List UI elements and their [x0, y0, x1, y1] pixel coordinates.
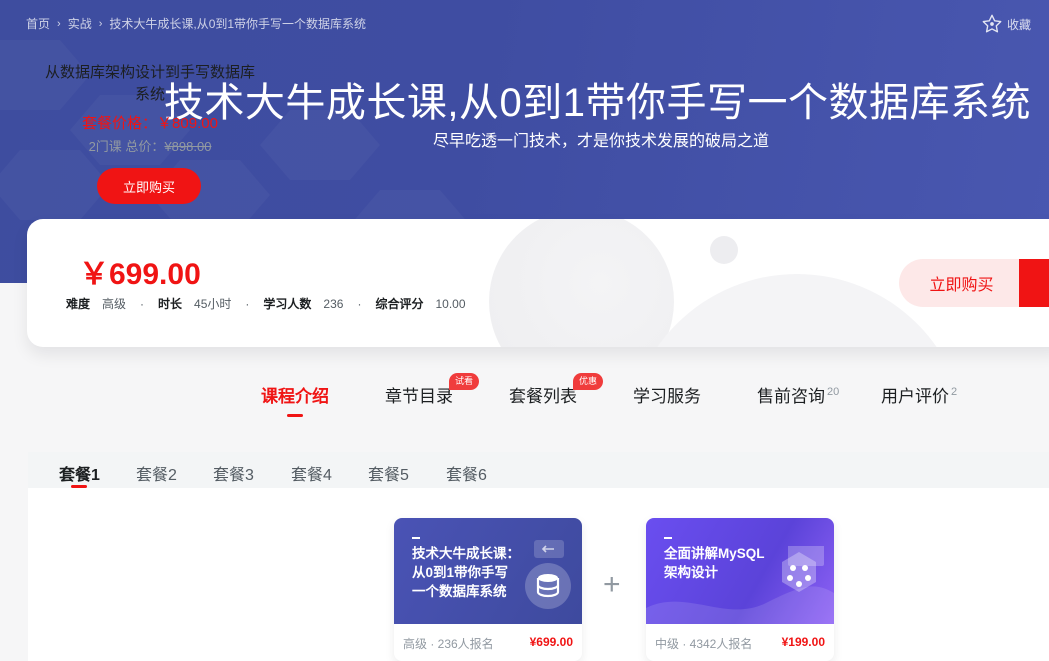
package-buy-button[interactable]: 立即购买	[97, 168, 201, 204]
tab-course-intro[interactable]: 课程介绍	[261, 382, 329, 417]
package-course-count: 2门课	[88, 139, 122, 154]
package-original-price: 2门课 总价：¥898.00	[38, 136, 262, 155]
course-meta: 难度 高级 · 时长 45小时 · 学习人数 236 · 综合评分 10.00	[66, 295, 466, 312]
original-price-value: ¥898.00	[164, 139, 212, 154]
chevron-right-icon: ›	[57, 17, 61, 30]
separator-dot: ·	[140, 296, 145, 311]
package-course-card[interactable]: 全面讲解MySQL 架构设计 中级 · 4342人报名 ¥199.00	[646, 518, 834, 661]
course-cover-title: 全面讲解MySQL 架构设计	[664, 546, 765, 580]
meta-label: 综合评分	[375, 297, 424, 311]
buy-now-button[interactable]: 立即购买	[899, 259, 1024, 307]
meta-label: 学习人数	[263, 297, 312, 311]
package-tab-5[interactable]: 套餐5	[368, 461, 409, 485]
tab-label: 套餐列表	[509, 387, 577, 406]
package-tabs: 套餐1 套餐2 套餐3 套餐4 套餐5 套餐6	[28, 452, 1049, 488]
package-name: 从数据库架构设计到手写数据库系统	[44, 64, 255, 103]
package-tab-6[interactable]: 套餐6	[446, 461, 487, 485]
course-card-price: ¥699.00	[529, 635, 573, 649]
favorite-label: 收藏	[1006, 17, 1031, 32]
course-info-card: ￥699.00 难度 高级 · 时长 45小时 · 学习人数 236 · 综合评…	[27, 219, 1049, 347]
tab-label: 课程介绍	[261, 387, 329, 406]
tab-label: 章节目录	[385, 387, 453, 406]
card-decoration	[489, 219, 674, 347]
consult-count: 20	[827, 386, 840, 398]
meta-value: 45小时	[194, 297, 232, 311]
mysql-icon	[782, 546, 824, 592]
separator-dot: ·	[245, 296, 250, 311]
package-course-card[interactable]: 技术大牛成长课： 从0到1带你手写 一个数据库系统 高级 · 236人报名 ¥6…	[394, 518, 582, 661]
meta-label: 难度	[66, 297, 91, 311]
favorite-button[interactable]: 收藏	[981, 13, 1031, 35]
course-level-enrolled: 中级 · 4342人报名	[655, 637, 753, 651]
package-tab-2[interactable]: 套餐2	[136, 461, 177, 485]
separator-dot: ·	[357, 296, 362, 311]
course-card-price: ¥199.00	[781, 635, 825, 649]
course-title: 技术大牛成长课,从0到1带你手写一个数据库系统	[163, 81, 1031, 125]
chevron-right-icon: ›	[98, 17, 103, 30]
meta-value: 10.00	[435, 296, 466, 311]
meta-label: 时长	[158, 297, 183, 311]
tab-presale-consult[interactable]: 售前咨询 20	[757, 382, 839, 407]
course-nav-tabs: 课程介绍 章节目录 试看 套餐列表 优惠 学习服务 售前咨询 20 用户评价 2	[0, 373, 1049, 422]
breadcrumb-current: 技术大牛成长课,从0到1带你手写一个数据库系统	[109, 17, 367, 31]
review-count: 2	[951, 386, 958, 398]
package-tab-3[interactable]: 套餐3	[213, 461, 254, 485]
course-subtitle: 尽早吃透一门技术，才是你技术发展的破局之道	[433, 133, 770, 150]
package-price: 套餐价格：￥809.00	[82, 115, 218, 132]
breadcrumb: 首页 › 实战 › 技术大牛成长课,从0到1带你手写一个数据库系统	[26, 15, 366, 32]
meta-value: 236	[323, 296, 344, 311]
cover-dash	[412, 537, 420, 539]
star-icon	[982, 14, 1002, 33]
tab-study-service[interactable]: 学习服务	[633, 382, 701, 407]
add-to-cart-button[interactable]	[1019, 259, 1049, 307]
plus-icon: +	[603, 568, 621, 601]
tab-label: 学习服务	[633, 387, 701, 406]
tab-label: 用户评价	[881, 387, 949, 406]
package-tab-label: 套餐1	[59, 467, 100, 484]
breadcrumb-home[interactable]: 首页	[26, 15, 50, 32]
tab-chapters[interactable]: 章节目录 试看	[385, 373, 480, 407]
banner-pattern	[0, 150, 110, 220]
breadcrumb-category[interactable]: 实战	[68, 15, 92, 32]
active-tab-indicator	[71, 485, 88, 488]
tab-label: 售前咨询	[757, 387, 825, 406]
course-level-enrolled: 高级 · 236人报名	[403, 637, 494, 651]
cover-dash	[664, 537, 672, 539]
package-tab-1[interactable]: 套餐1	[59, 461, 100, 488]
course-price: ￥699.00	[79, 258, 201, 291]
course-cover-title: 技术大牛成长课： 从0到1带你手写 一个数据库系统	[412, 546, 520, 599]
tab-packages[interactable]: 套餐列表 优惠	[509, 373, 604, 407]
card-decoration	[710, 236, 738, 264]
active-tab-indicator	[287, 414, 303, 417]
package-tab-4[interactable]: 套餐4	[291, 461, 332, 485]
original-price-label: 总价：	[125, 139, 165, 154]
tab-user-reviews[interactable]: 用户评价 2	[881, 382, 957, 407]
discount-badge: 优惠	[573, 373, 604, 390]
preview-badge: 试看	[449, 373, 480, 390]
meta-value: 高级	[102, 297, 127, 311]
arrow-icon	[534, 540, 564, 558]
database-icon	[525, 563, 571, 609]
